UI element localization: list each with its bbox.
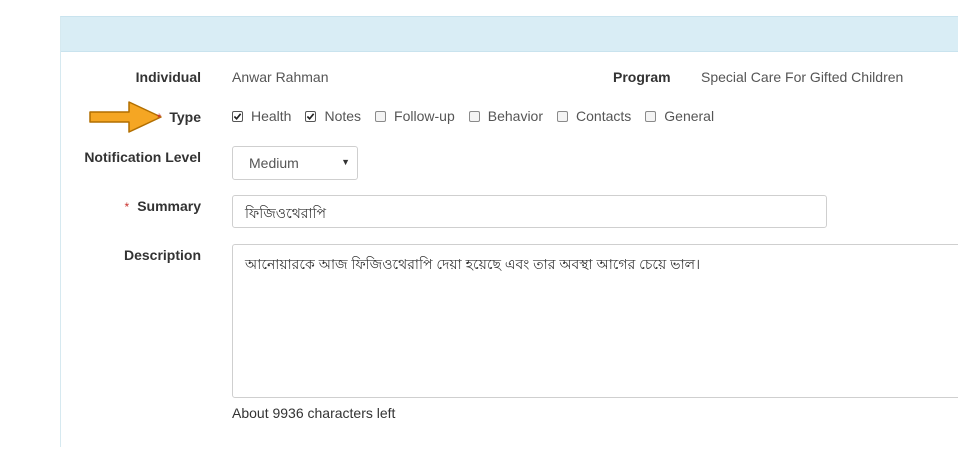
individual-value: Anwar Rahman xyxy=(232,69,329,85)
notification-level-label: Notification Level xyxy=(84,149,201,165)
checkbox-behavior[interactable] xyxy=(468,110,480,122)
checkbox-notes-label[interactable]: Notes xyxy=(324,108,361,124)
notification-level-value: Medium xyxy=(249,155,299,171)
summary-input[interactable]: ফিজিওথেরাপি xyxy=(232,195,827,228)
type-checkbox-group: Health Notes Follow-up Behavior Contacts… xyxy=(232,108,728,124)
arrow-annotation-icon xyxy=(89,101,162,133)
checkbox-follow-up[interactable] xyxy=(375,110,387,122)
program-label: Program xyxy=(613,69,671,85)
program-value: Special Care For Gifted Children xyxy=(701,69,904,85)
checkbox-notes[interactable] xyxy=(305,110,317,122)
checkbox-health-label[interactable]: Health xyxy=(251,108,291,124)
checkbox-health[interactable] xyxy=(232,110,243,122)
notification-level-select[interactable]: Medium ▼ xyxy=(232,146,358,180)
type-label: * Type xyxy=(157,109,201,125)
required-mark: * xyxy=(156,111,162,125)
summary-label: * Summary xyxy=(125,198,201,214)
checkbox-contacts[interactable] xyxy=(557,110,569,122)
panel-header xyxy=(61,17,958,52)
checkbox-general[interactable] xyxy=(645,110,657,122)
checkbox-follow-up-label[interactable]: Follow-up xyxy=(394,108,455,124)
checkbox-behavior-label[interactable]: Behavior xyxy=(488,108,543,124)
checkbox-contacts-label[interactable]: Contacts xyxy=(576,108,631,124)
individual-label: Individual xyxy=(135,69,201,85)
checkbox-general-label[interactable]: General xyxy=(664,108,714,124)
required-mark: * xyxy=(124,200,130,214)
type-label-text: Type xyxy=(169,109,201,125)
summary-label-text: Summary xyxy=(137,198,201,214)
description-textarea[interactable]: আনোয়ারকে আজ ফিজিওথেরাপি দেয়া হয়েছে এব… xyxy=(232,244,958,398)
caret-down-icon: ▼ xyxy=(341,157,350,167)
description-label: Description xyxy=(123,247,201,263)
characters-left-hint: About 9936 characters left xyxy=(232,405,396,421)
